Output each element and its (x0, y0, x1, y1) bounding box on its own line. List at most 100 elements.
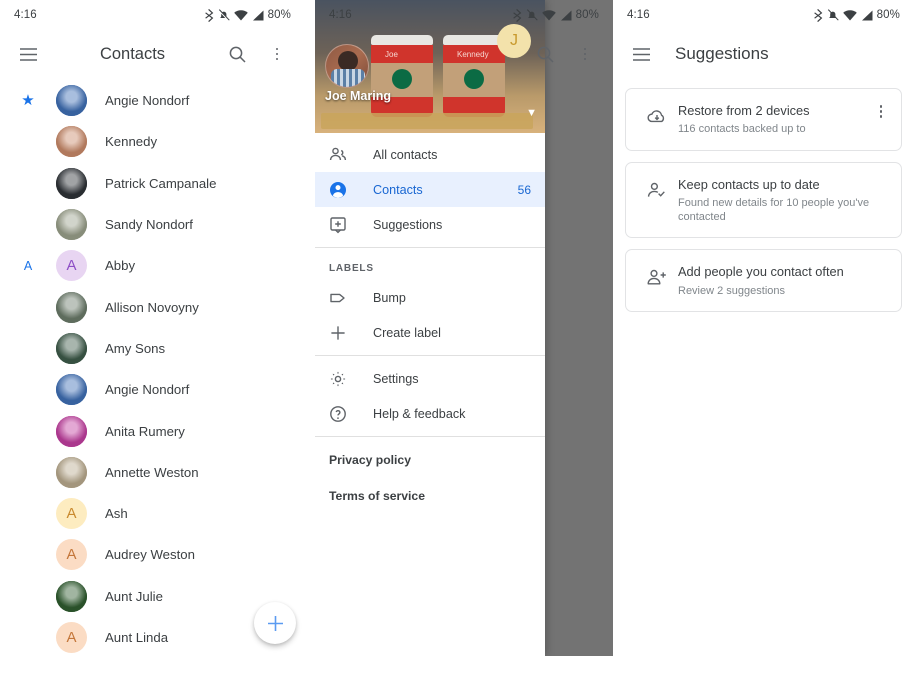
avatar (56, 209, 87, 241)
suggestion-card[interactable]: Keep contacts up to date Found new detail… (625, 161, 902, 239)
hamburger-menu-button[interactable] (8, 34, 48, 74)
drawer-legal-links[interactable]: Privacy policy Terms of service (315, 442, 545, 514)
wifi-icon (233, 9, 248, 20)
suggestion-card-subtitle: Review 2 suggestions (678, 284, 786, 297)
contact-row[interactable]: Angie Nondorf (0, 369, 305, 410)
contact-name: Anita Rumery (105, 423, 185, 439)
drawer-main-items[interactable]: All contacts Contacts 56 Suggestions (315, 133, 545, 242)
contact-row[interactable]: A A Abby (0, 245, 305, 286)
contact-row[interactable]: ★ Angie Nondorf (0, 80, 305, 121)
contacts-app-bar: Contacts (0, 30, 305, 78)
drawer-item-suggestions[interactable]: Suggestions (315, 207, 545, 242)
contact-row[interactable]: Allison Novoyny (0, 286, 305, 327)
person-circle-icon (329, 181, 359, 199)
drawer-item-label: Contacts (373, 182, 423, 197)
cloud-download-icon (647, 110, 665, 123)
cellular-signal-icon (560, 10, 572, 20)
contact-name: Annette Weston (105, 464, 199, 480)
drawer-item-settings[interactable]: Settings (315, 361, 545, 396)
contact-name: Aunt Linda (105, 630, 169, 645)
overflow-menu-button[interactable] (257, 34, 297, 74)
contact-name: Ash (105, 506, 128, 522)
contact-row[interactable]: Patrick Campanale (0, 163, 305, 204)
add-contact-fab[interactable] (254, 602, 296, 644)
person-check-icon (647, 182, 665, 197)
legal-link-privacy-policy[interactable]: Privacy policy (315, 442, 545, 478)
help-circle-icon (330, 405, 346, 422)
contact-row[interactable]: A Audrey Weston (0, 534, 305, 575)
notifications-muted-icon (218, 8, 230, 21)
chevron-down-icon[interactable]: ▼ (526, 107, 537, 119)
notifications-muted-icon (827, 8, 839, 21)
labels-section-header: LABELS (329, 263, 374, 274)
search-button[interactable] (217, 34, 257, 74)
suggestion-card-subtitle: 116 contacts backed up to (678, 123, 806, 136)
person-check-icon (636, 176, 678, 202)
search-icon (537, 46, 554, 63)
avatar (56, 415, 87, 447)
label-tag-icon (329, 289, 359, 307)
gear-icon (329, 370, 359, 388)
drawer-footer-items[interactable]: Settings Help & feedback (315, 361, 545, 431)
drawer-item-create-label[interactable]: Create label (315, 315, 545, 350)
suggestion-card-title: Keep contacts up to date (678, 176, 820, 192)
suggestion-card-list[interactable]: Restore from 2 devices 116 contacts backe… (613, 78, 914, 312)
card-overflow-menu-button[interactable] (871, 102, 891, 118)
contact-row[interactable]: Kennedy (0, 121, 305, 162)
drawer-item-help-feedback[interactable]: Help & feedback (315, 396, 545, 431)
plus-icon (267, 615, 283, 631)
drawer-item-label: Create label (373, 325, 441, 340)
gear-icon (330, 371, 346, 386)
avatar: A (56, 498, 87, 530)
drawer-label-items[interactable]: Bump Create label (315, 280, 545, 350)
search-button-behind[interactable] (525, 34, 565, 74)
contact-row[interactable]: Amy Sons (0, 328, 305, 369)
drawer-item-label: Suggestions (373, 217, 443, 232)
avatar (56, 580, 87, 612)
drawer-item-label: Settings (373, 371, 419, 386)
status-bar-clock: 4:16 (14, 9, 37, 21)
suggestion-card-text: Add people you contact often Review 2 sug… (678, 263, 891, 298)
avatar (56, 456, 87, 488)
phone-screen-suggestions: 4:16 80% Suggestions Restore from 2 devi… (613, 0, 914, 656)
hamburger-menu-button[interactable] (621, 34, 661, 74)
legal-link-terms-of-service[interactable]: Terms of service (315, 478, 545, 514)
bluetooth-icon (813, 8, 822, 22)
drawer-item-contacts[interactable]: Contacts 56 (315, 172, 545, 207)
more-vert-icon (275, 47, 279, 61)
suggestions-box-icon (330, 216, 346, 233)
bluetooth-icon (512, 8, 521, 22)
suggestion-card-title: Add people you contact often (678, 264, 844, 280)
cellular-signal-icon (252, 10, 264, 20)
cloud-download-icon (636, 102, 678, 128)
help-circle-icon (329, 405, 359, 423)
contact-name: Amy Sons (105, 340, 166, 356)
hamburger-menu-icon (632, 47, 650, 61)
contact-list[interactable]: ★ Angie Nondorf Kennedy Patrick Campanale Sa… (0, 78, 305, 656)
suggestion-card[interactable]: Add people you contact often Review 2 sug… (625, 249, 902, 312)
people-icon (329, 146, 359, 164)
divider (315, 355, 545, 356)
suggestion-card-text: Restore from 2 devices 116 contacts backe… (678, 102, 871, 137)
contact-row[interactable]: A Ash (0, 493, 305, 534)
person-add-icon (636, 263, 678, 289)
overflow-menu-button-behind[interactable] (565, 34, 605, 74)
contact-name: Aunt Julie (105, 588, 163, 604)
drawer-item-bump[interactable]: Bump (315, 280, 545, 315)
bluetooth-icon (204, 8, 213, 22)
drawer-item-all-contacts[interactable]: All contacts (315, 137, 545, 172)
contact-row[interactable]: Annette Weston (0, 452, 305, 493)
contact-row[interactable]: Sandy Nondorf (0, 204, 305, 245)
contact-name: Kennedy (105, 134, 158, 150)
wifi-icon (842, 9, 857, 20)
person-add-icon (647, 270, 666, 285)
suggestion-card[interactable]: Restore from 2 devices 116 contacts backe… (625, 88, 902, 151)
avatar (56, 167, 87, 199)
behind-app-bar (315, 30, 613, 78)
status-bar: 4:16 80% (0, 0, 305, 30)
cover-photo-bar (321, 113, 533, 129)
drawer-item-count: 56 (517, 182, 531, 197)
contact-row[interactable]: Anita Rumery (0, 410, 305, 451)
avatar (56, 85, 87, 117)
contact-name: Sandy Nondorf (105, 217, 193, 233)
